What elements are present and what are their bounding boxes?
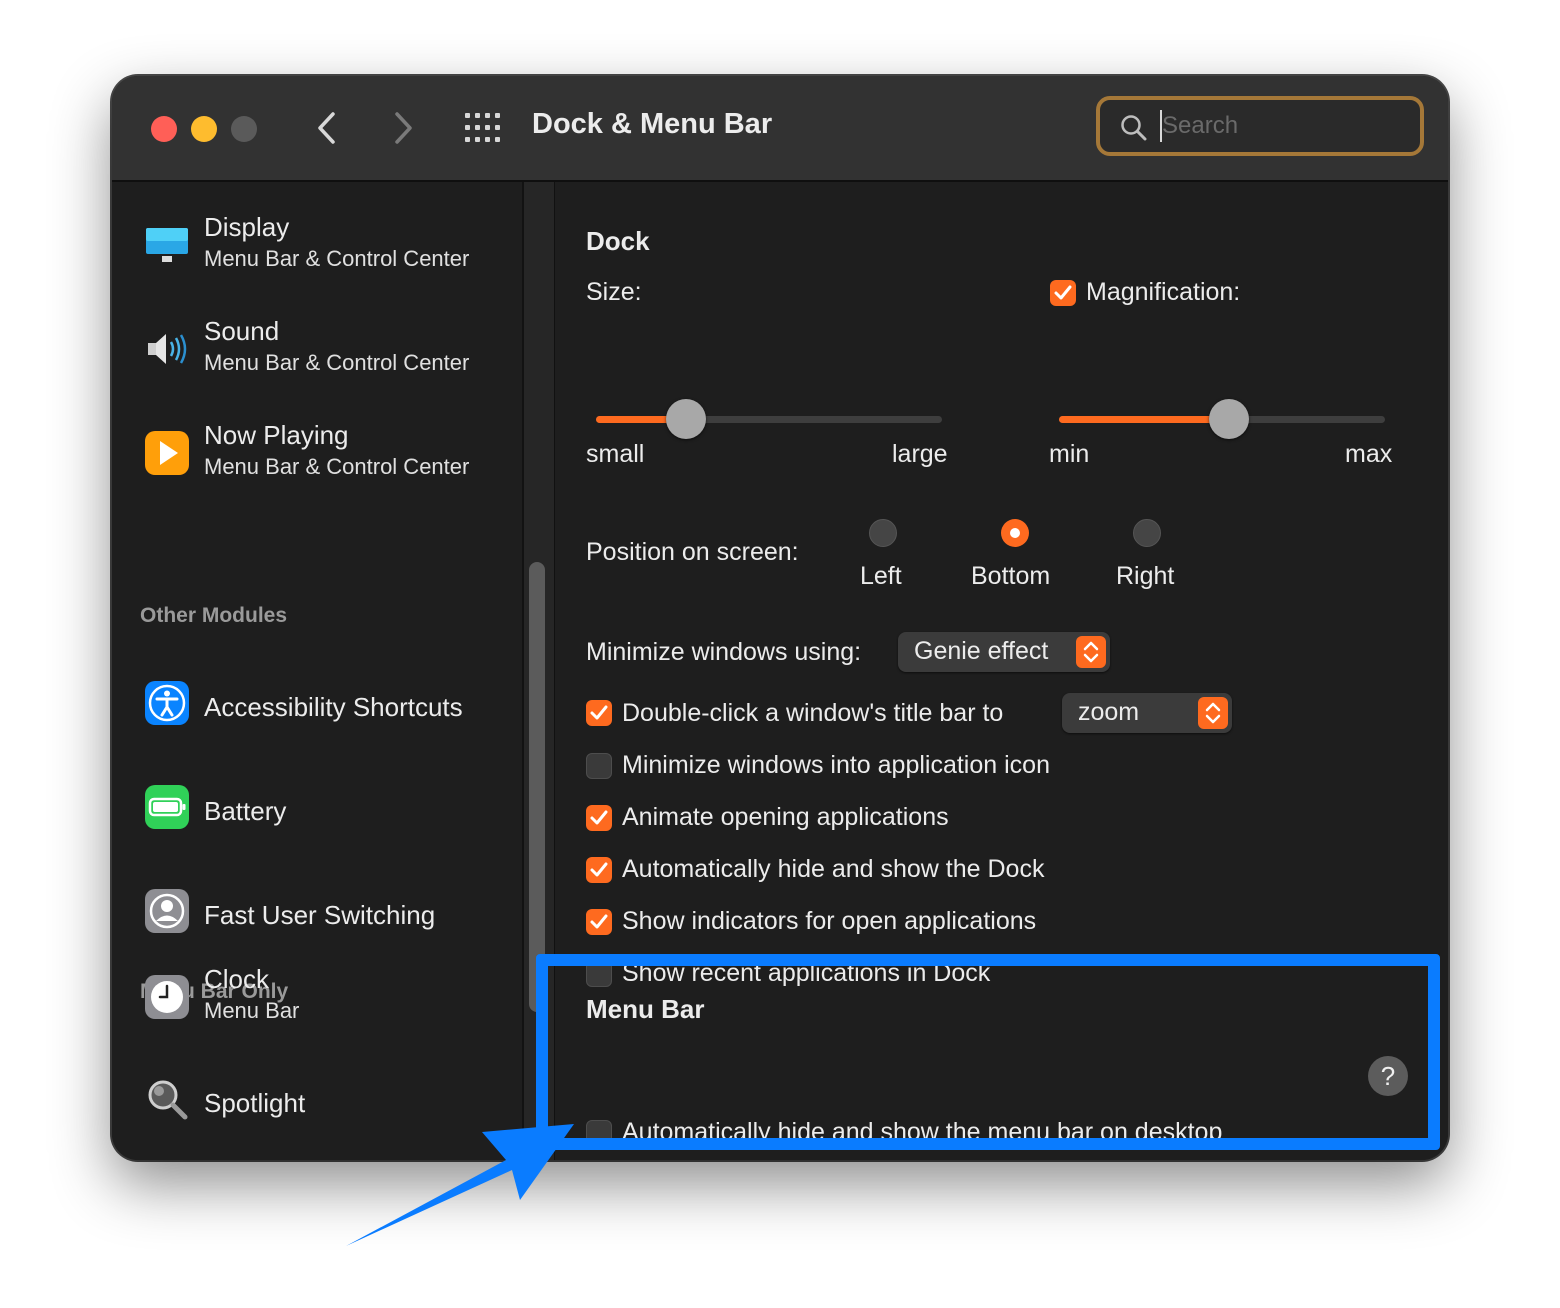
search-input[interactable] [1160,110,1402,142]
chevron-right-icon [395,112,412,144]
back-button[interactable] [308,106,348,150]
position-right-label: Right [1116,562,1175,590]
help-button[interactable]: ? [1368,1056,1408,1096]
sidebar-item-sound[interactable]: Sound Menu Bar & Control Center [142,316,512,386]
search-icon [1121,115,1147,141]
sidebar-item-name: Clock [204,964,270,994]
dock-section-title: Dock [586,226,650,256]
sidebar-item-name: Display [204,212,290,242]
dock-option-label: Minimize windows into application icon [622,751,1050,779]
minimize-effect-popup[interactable]: Genie effect [898,632,1110,672]
system-preferences-window: Dock & Menu Bar Display Menu Bar & Contr… [112,76,1448,1160]
minimize-button[interactable] [191,116,217,142]
magnification-label: Magnification: [1086,278,1241,306]
checkmark-icon [590,914,608,929]
sidebar-scrollbar-thumb[interactable] [529,562,545,1012]
checkmark-icon [590,810,608,825]
sidebar-item-name: Now Playing [204,420,349,450]
close-button[interactable] [151,116,177,142]
sidebar-item-subtitle: Menu Bar & Control Center [204,454,470,479]
battery-icon [145,785,189,829]
minimize-using-label: Minimize windows using: [586,638,862,666]
section-header-other-modules: Other Modules [140,604,288,627]
sidebar-item-subtitle: Menu Bar & Control Center [204,246,470,271]
popup-arrows-icon [1076,636,1106,668]
magnification-slider-knob[interactable] [1208,399,1249,439]
size-max-label: large [892,440,948,468]
menubar-section-title: Menu Bar [586,994,705,1024]
dock-option-checkbox[interactable] [586,909,612,935]
magnification-slider-fill [1059,416,1229,423]
clock-icon [145,975,189,1019]
popup-arrows-icon [1198,697,1228,729]
checkmark-icon [590,705,608,720]
menubar-option-label: Automatically hide and show the menu bar… [622,1118,1223,1146]
magnification-slider[interactable] [1059,399,1385,439]
magnification-checkbox[interactable] [1050,280,1076,306]
magnification-min-label: min [1049,440,1090,468]
sidebar-item-subtitle: Menu Bar [204,998,300,1023]
position-left-label: Left [860,562,902,590]
magnification-max-label: max [1345,440,1393,468]
sidebar-item-name: Sound [204,316,280,346]
double-click-checkbox[interactable] [586,700,612,726]
show-all-button[interactable] [464,112,504,144]
chevron-left-icon [318,112,335,144]
checkmark-icon [1054,285,1072,300]
position-bottom-radio[interactable] [1001,519,1029,547]
sidebar-item-battery[interactable]: Battery [142,774,512,844]
dock-option-checkbox[interactable] [586,961,612,987]
speaker-icon [148,334,187,364]
dock-option-checkbox[interactable] [586,805,612,831]
dock-option-label: Automatically hide and show the Dock [622,855,1045,883]
accessibility-icon [145,681,189,725]
dock-option-label: Animate opening applications [622,803,949,831]
sidebar-item-now-playing[interactable]: Now Playing Menu Bar & Control Center [142,420,512,490]
minimize-effect-value: Genie effect [914,637,1049,665]
position-label: Position on screen: [586,538,799,566]
grid-icon [465,113,500,142]
user-icon [145,889,189,933]
sidebar-item-clock-entry[interactable]: Clock Menu Bar [142,964,512,1034]
menubar-option-checkbox[interactable] [586,1120,612,1146]
double-click-action-value: zoom [1078,698,1140,726]
zoom-button[interactable] [231,116,257,142]
sidebar-item-name: Battery [204,796,287,826]
position-bottom-label: Bottom [971,562,1051,590]
dock-option-label: Show recent applications in Dock [622,959,991,987]
sidebar-item-name: Accessibility Shortcuts [204,692,463,722]
double-click-action-popup[interactable]: zoom [1062,693,1232,733]
title-bar: Dock & Menu Bar [112,76,1448,182]
size-slider-knob[interactable] [665,399,706,439]
sidebar-item-accessibility-shortcuts[interactable]: Accessibility Shortcuts [142,670,512,740]
play-icon [145,431,189,475]
window-title: Dock & Menu Bar [532,108,773,140]
checkmark-icon [590,862,608,877]
size-min-label: small [586,440,645,468]
dock-option-checkbox[interactable] [586,857,612,883]
position-right-radio[interactable] [1133,519,1161,547]
sidebar-item-fast-user-switching[interactable]: Fast User Switching [142,878,512,948]
size-label: Size: [586,278,642,306]
double-click-label: Double-click a window's title bar to [622,699,1004,727]
sidebar-item-name: Fast User Switching [204,900,436,930]
dock-option-label: Show indicators for open applications [622,907,1037,935]
magnifier-icon [148,1080,188,1120]
sidebar-item-spotlight[interactable]: Spotlight [142,1066,512,1136]
display-icon [146,228,188,262]
content-pane: Dock Size: small large Magnification: mi… [556,182,1448,1160]
sidebar-item-name: Spotlight [204,1088,306,1118]
position-left-radio[interactable] [869,519,897,547]
sidebar-item-subtitle: Menu Bar & Control Center [204,350,470,375]
dock-option-checkbox[interactable] [586,753,612,779]
search-field[interactable] [1096,96,1424,156]
sidebar-item-display[interactable]: Display Menu Bar & Control Center [142,212,512,282]
forward-button[interactable] [382,106,422,150]
size-slider[interactable] [596,399,942,439]
